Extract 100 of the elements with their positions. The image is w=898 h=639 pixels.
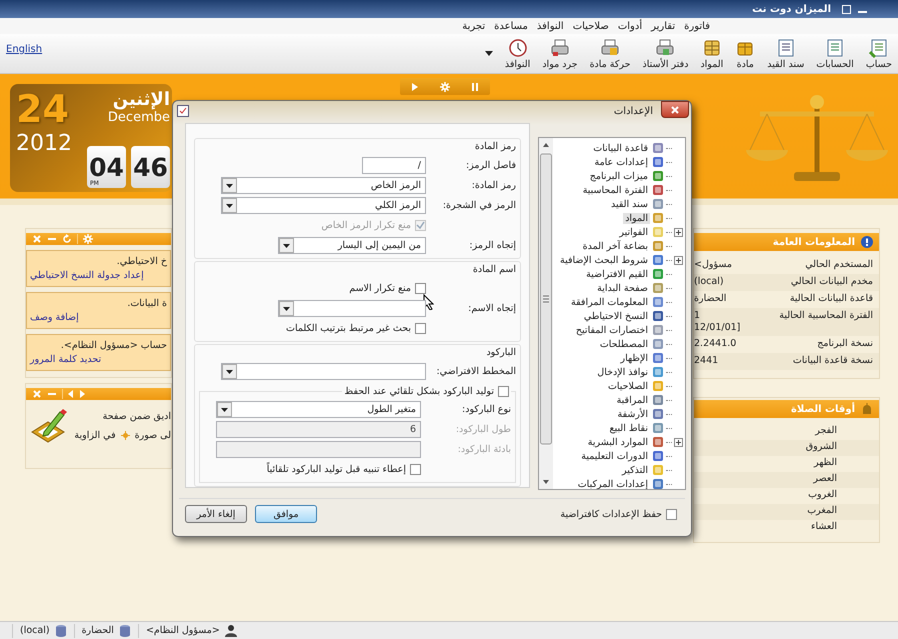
toolbar-button[interactable]: جرد مواد [542, 38, 578, 70]
notice-link[interactable]: إعداد جدولة النسخ الاحتياطي [30, 270, 144, 281]
info-value: 2441 [694, 355, 718, 367]
menu-item[interactable]: تقارير [651, 20, 676, 32]
combo-box[interactable]: الرمز الخاص [221, 176, 426, 194]
caret-icon [222, 178, 237, 192]
status-text: <مسؤول النظام> [146, 625, 220, 636]
expand-icon[interactable] [674, 228, 683, 236]
toolbar-button[interactable]: مادة [735, 38, 756, 70]
notice-text: ة البيانات. [126, 298, 167, 309]
combo-box[interactable]: متغير الطول [216, 400, 421, 418]
tree-item[interactable]: ميزات البرنامج [588, 170, 650, 182]
caret-icon [279, 300, 294, 316]
tree-item[interactable]: القيم الافتراضية [584, 268, 650, 280]
tree-item[interactable]: صفحة البداية [595, 282, 650, 294]
info-value: (local) [694, 276, 724, 288]
tree-item[interactable]: الصلاحيات [606, 380, 650, 392]
checkbox[interactable] [415, 282, 426, 294]
tree-item[interactable]: اختصارات المفاتيح [574, 324, 650, 336]
text-field[interactable]: / [362, 156, 426, 174]
tree-item[interactable]: النسخ الاحتياطي [582, 310, 650, 322]
user-icon [224, 624, 237, 638]
tree-item[interactable]: الموارد البشرية [586, 436, 650, 448]
toolbar-button[interactable]: المواد [700, 38, 724, 70]
pause-icon[interactable] [471, 82, 480, 92]
tree-item[interactable]: نوافذ الإدخال [595, 366, 650, 378]
tree-item[interactable]: إعدادات المركبات [576, 478, 650, 489]
caret-icon [217, 402, 232, 416]
restore-icon[interactable] [841, 4, 852, 14]
menu-item[interactable]: فاتورة [684, 20, 710, 32]
tree-item[interactable]: الدورات التعليمية [579, 450, 650, 462]
menu-item[interactable]: مساعدة [494, 20, 528, 32]
item-icon [652, 268, 664, 280]
notice-link[interactable]: تحديد كلمة المرور [30, 354, 102, 365]
field-label: طول الباركود: [454, 424, 511, 434]
tree-item[interactable]: إعدادات عامة [592, 156, 650, 168]
toolbar-button[interactable]: النوافذ [504, 38, 530, 70]
tree-item[interactable]: المصطلحات [598, 338, 650, 350]
checkbox-label: منع تكرار الاسم [349, 282, 411, 294]
date-year: 2012 [16, 130, 72, 158]
toolbar-button[interactable]: سند القيد [767, 38, 804, 70]
status-text: الحضارة [82, 625, 114, 636]
item-icon [652, 142, 664, 154]
tree-item[interactable]: المواد [623, 212, 650, 224]
tree-item[interactable]: الإظهار [618, 352, 650, 364]
scrollbar[interactable] [539, 138, 553, 489]
menu-item[interactable]: أدوات [618, 20, 642, 32]
combo-box[interactable]: من اليمين إلى اليسار [278, 236, 426, 254]
tree-item[interactable]: قاعدة البيانات [591, 142, 650, 154]
toolbar-button[interactable]: حساب [866, 38, 892, 70]
close-icon[interactable] [32, 389, 42, 399]
cancel-button[interactable]: إلغاء الأمر [185, 505, 247, 523]
expand-icon[interactable] [674, 438, 683, 446]
clock-icon [508, 38, 528, 58]
item-icon [652, 366, 664, 378]
checkbox-label: توليد الباركود بشكل تلقائي عند الحفظ [344, 386, 494, 396]
tree-item[interactable]: المعلومات المرافقة [569, 296, 650, 308]
close-icon[interactable] [32, 234, 42, 244]
tree-item[interactable]: نقاط البيع [608, 422, 650, 434]
menu-item[interactable]: تجربة [462, 20, 486, 32]
language-link[interactable]: English [6, 44, 42, 55]
toolbar-button[interactable]: الحسابات [816, 38, 854, 70]
tree-item[interactable]: بضاعة آخر المدة [580, 240, 650, 252]
caret-icon[interactable] [484, 50, 493, 56]
menu-item[interactable]: صلاحيات [572, 20, 609, 32]
tree-item[interactable]: سند القيد [608, 198, 650, 210]
toolbar-button[interactable]: دفتر الأستاذ [642, 38, 688, 70]
field-label: الرمز في الشجرة: [442, 200, 516, 210]
checkbox[interactable] [415, 322, 426, 334]
left-arrow-icon[interactable] [68, 390, 74, 398]
tree-item[interactable]: الفترة المحاسبية [580, 184, 650, 196]
right-arrow-icon[interactable] [79, 390, 85, 398]
close-button[interactable] [661, 101, 689, 118]
tree-item[interactable]: المراقبة [614, 394, 650, 406]
sun-icon [120, 431, 130, 440]
item-icon [652, 422, 664, 434]
info-value: <مسؤول [694, 259, 732, 271]
checkbox[interactable] [666, 508, 677, 520]
item-icon [652, 394, 664, 406]
tree-item[interactable]: شروط البحث الإضافية [558, 254, 650, 266]
arrow-icon[interactable] [410, 82, 419, 92]
combo-box[interactable] [221, 362, 426, 380]
tree-item[interactable]: التذكير [620, 464, 650, 476]
checkbox[interactable] [410, 464, 421, 474]
menu-item[interactable]: النوافذ [536, 20, 564, 32]
toolbar-button[interactable]: حركة مادة [590, 38, 631, 70]
expand-icon[interactable] [674, 256, 683, 264]
close-icon [670, 104, 680, 114]
tree-item[interactable]: الفواتير [617, 226, 650, 238]
field-label: نوع الباركود: [461, 404, 511, 414]
combo-box[interactable] [278, 300, 426, 316]
printer-icon [600, 38, 620, 58]
ok-button[interactable]: موافق [255, 505, 317, 523]
checkbox[interactable] [498, 386, 509, 396]
tree-item[interactable]: الأرشفة [615, 408, 650, 420]
refresh-icon[interactable] [62, 234, 72, 244]
info-value: الحضارة [694, 293, 726, 305]
field-label: فاصل الرمز: [464, 160, 516, 170]
notice-link[interactable]: إضافة وصف [30, 312, 79, 323]
combo-box[interactable]: الرمز الكلي [221, 196, 426, 214]
